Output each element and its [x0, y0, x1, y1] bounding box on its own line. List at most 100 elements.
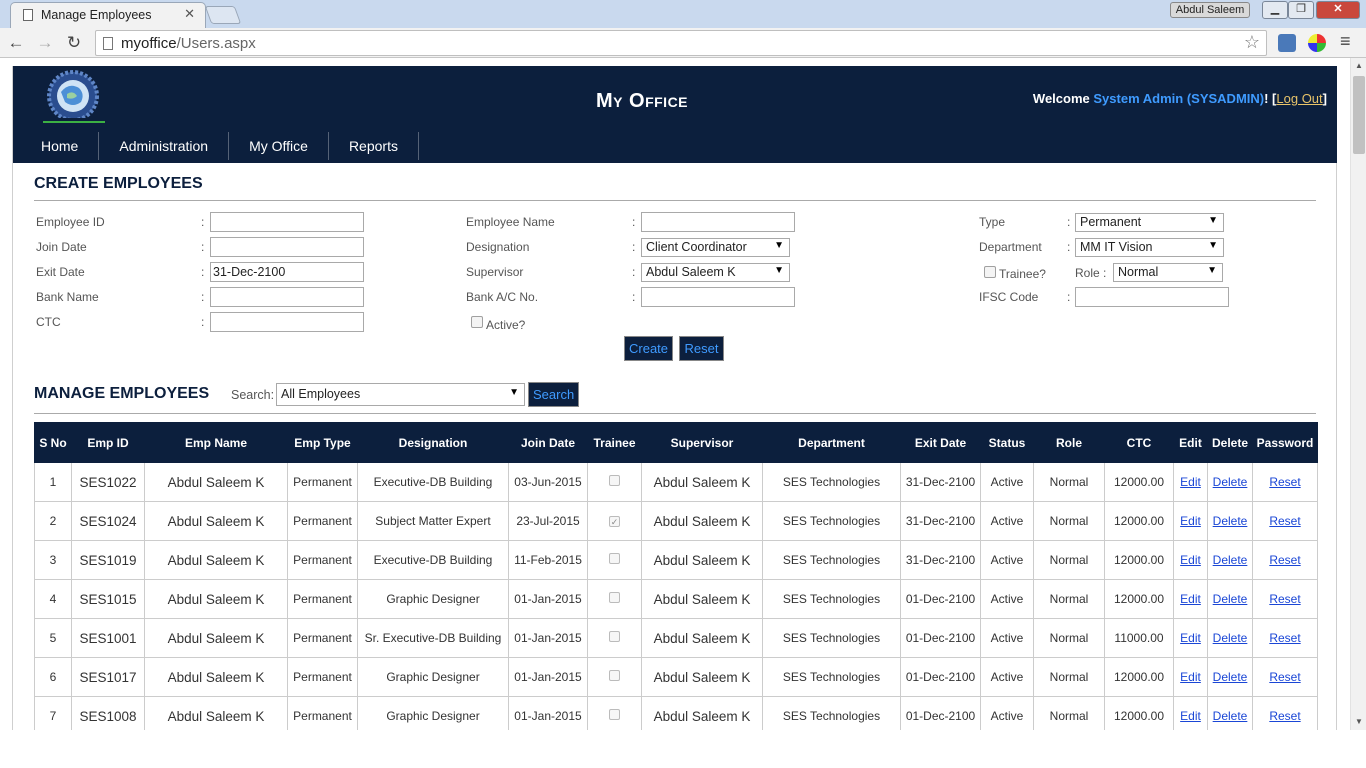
color-wheel-extension-icon[interactable] [1308, 34, 1326, 52]
search-filter-select[interactable]: All Employees ▼ [276, 383, 525, 406]
main-nav: Home Administration My Office Reports [13, 132, 419, 160]
bank-ac-input[interactable] [641, 287, 795, 307]
create-button[interactable]: Create [624, 336, 673, 361]
ctc-input[interactable] [210, 312, 364, 332]
reset-password-link[interactable]: Reset [1269, 709, 1300, 723]
create-employees-heading: CREATE EMPLOYEES [34, 175, 203, 192]
cell-ctc: 11000.00 [1104, 618, 1174, 658]
edit-link[interactable]: Edit [1180, 631, 1201, 645]
trainee-checkbox[interactable] [984, 266, 996, 278]
close-tab-icon[interactable]: ✕ [184, 6, 195, 22]
vertical-scrollbar[interactable]: ▲ ▼ [1350, 58, 1366, 730]
cell-designation: Subject Matter Expert [357, 501, 509, 541]
supervisor-select[interactable]: Abdul Saleem K ▼ [641, 263, 790, 282]
cell-department: SES Technologies [762, 501, 901, 541]
cell-designation: Graphic Designer [357, 657, 509, 697]
address-bar[interactable]: myoffice/Users.aspx ☆ [95, 30, 1267, 56]
cell-designation: Executive-DB Building [357, 462, 509, 502]
nav-administration[interactable]: Administration [99, 132, 230, 160]
exit-date-input[interactable] [210, 262, 364, 282]
close-window-button[interactable]: ✕ [1316, 1, 1360, 19]
cell-supervisor: Abdul Saleem K [641, 657, 763, 697]
cell-sno: 5 [34, 618, 72, 658]
active-checkbox[interactable] [471, 316, 483, 328]
delete-link[interactable]: Delete [1213, 514, 1248, 528]
trainee-checkbox[interactable] [609, 631, 620, 642]
join-date-input[interactable] [210, 237, 364, 257]
back-arrow-icon[interactable]: ← [5, 32, 27, 54]
reset-password-link[interactable]: Reset [1269, 631, 1300, 645]
reset-password-link[interactable]: Reset [1269, 553, 1300, 567]
dropdown-arrow-icon: ▼ [1207, 265, 1217, 276]
cell-role: Normal [1033, 501, 1105, 541]
delete-link[interactable]: Delete [1213, 475, 1248, 489]
scroll-down-arrow-icon[interactable]: ▼ [1351, 714, 1366, 730]
profile-badge[interactable]: Abdul Saleem [1170, 2, 1250, 18]
minimize-button[interactable]: ▁ [1262, 1, 1288, 19]
browser-tab[interactable]: Manage Employees ✕ [10, 2, 206, 28]
delete-link[interactable]: Delete [1213, 553, 1248, 567]
delete-link[interactable]: Delete [1213, 592, 1248, 606]
trainee-checkbox[interactable] [609, 475, 620, 486]
bank-name-input[interactable] [210, 287, 364, 307]
trainee-checkbox[interactable] [609, 553, 620, 564]
trainee-checkbox[interactable] [609, 670, 620, 681]
extension-icon[interactable] [1278, 34, 1296, 52]
welcome-message: Welcome System Admin (SYSADMIN)! [Log Ou… [1032, 91, 1327, 106]
forward-arrow-icon[interactable]: → [34, 32, 56, 54]
reset-password-link[interactable]: Reset [1269, 592, 1300, 606]
cell-exit-date: 31-Dec-2100 [900, 462, 981, 502]
cell-join-date: 23-Jul-2015 [508, 501, 588, 541]
cell-edit: Edit [1173, 696, 1208, 730]
cell-designation: Sr. Executive-DB Building [357, 618, 509, 658]
cell-role: Normal [1033, 540, 1105, 580]
page-icon [103, 37, 113, 50]
department-select[interactable]: MM IT Vision ▼ [1075, 238, 1224, 257]
new-tab-button[interactable] [204, 6, 242, 24]
cell-edit: Edit [1173, 657, 1208, 697]
ifsc-input[interactable] [1075, 287, 1229, 307]
cell-emp-name: Abdul Saleem K [144, 462, 288, 502]
trainee-checkbox[interactable] [609, 709, 620, 720]
table-row: 4 SES1015 Abdul Saleem K Permanent Graphic D… [34, 579, 1318, 619]
trainee-checkbox[interactable] [609, 592, 620, 603]
cell-ctc: 12000.00 [1104, 579, 1174, 619]
logout-link[interactable]: Log Out [1276, 91, 1322, 106]
divider [34, 413, 1316, 414]
employee-id-input[interactable] [210, 212, 364, 232]
cell-join-date: 11-Feb-2015 [508, 540, 588, 580]
edit-link[interactable]: Edit [1180, 670, 1201, 684]
nav-my-office[interactable]: My Office [229, 132, 329, 160]
cell-emp-id: SES1008 [71, 696, 145, 730]
edit-link[interactable]: Edit [1180, 592, 1201, 606]
nav-reports[interactable]: Reports [329, 132, 419, 160]
role-select[interactable]: Normal ▼ [1113, 263, 1223, 282]
nav-home[interactable]: Home [13, 132, 100, 160]
edit-link[interactable]: Edit [1180, 475, 1201, 489]
delete-link[interactable]: Delete [1213, 631, 1248, 645]
edit-link[interactable]: Edit [1180, 514, 1201, 528]
scroll-up-arrow-icon[interactable]: ▲ [1351, 58, 1366, 74]
scrollbar-thumb[interactable] [1353, 76, 1365, 154]
cell-reset: Reset [1252, 540, 1318, 580]
delete-link[interactable]: Delete [1213, 670, 1248, 684]
reload-icon[interactable]: ↻ [63, 32, 85, 54]
reset-button[interactable]: Reset [679, 336, 724, 361]
hamburger-menu-icon[interactable]: ≡ [1340, 31, 1351, 52]
reset-password-link[interactable]: Reset [1269, 514, 1300, 528]
reset-password-link[interactable]: Reset [1269, 475, 1300, 489]
maximize-button[interactable]: ❐ [1288, 1, 1314, 19]
trainee-checkbox[interactable]: ✓ [609, 515, 620, 527]
edit-link[interactable]: Edit [1180, 553, 1201, 567]
bookmark-star-icon[interactable]: ☆ [1244, 32, 1260, 53]
cell-supervisor: Abdul Saleem K [641, 462, 763, 502]
delete-link[interactable]: Delete [1213, 709, 1248, 723]
edit-link[interactable]: Edit [1180, 709, 1201, 723]
employee-name-input[interactable] [641, 212, 795, 232]
cell-status: Active [980, 657, 1034, 697]
type-select[interactable]: Permanent ▼ [1075, 213, 1224, 232]
search-button[interactable]: Search [528, 382, 579, 407]
page-viewport: My Office Welcome System Admin (SYSADMIN… [0, 58, 1350, 730]
reset-password-link[interactable]: Reset [1269, 670, 1300, 684]
designation-select[interactable]: Client Coordinator ▼ [641, 238, 790, 257]
